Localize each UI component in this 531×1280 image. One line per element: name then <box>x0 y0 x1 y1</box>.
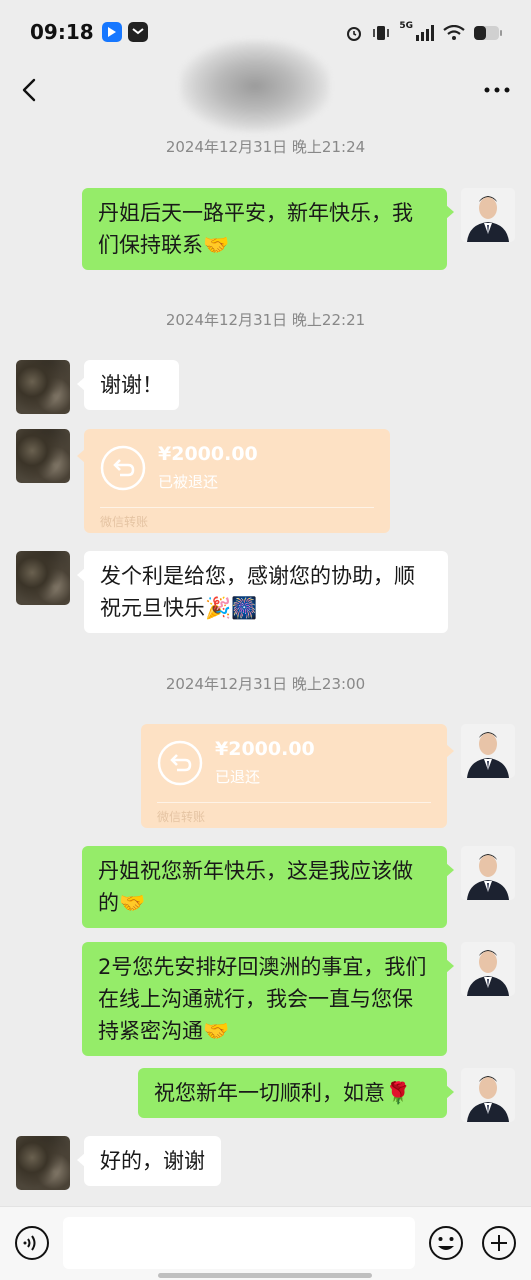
contact-name-redacted <box>180 40 330 132</box>
more-button[interactable] <box>481 74 513 106</box>
contact-avatar[interactable] <box>16 1136 70 1190</box>
contact-avatar[interactable] <box>16 360 70 414</box>
transfer-amount: ¥2000.00 <box>158 443 258 465</box>
home-indicator[interactable] <box>158 1273 372 1278</box>
person-avatar-icon <box>461 1068 515 1122</box>
divider <box>157 802 431 803</box>
timestamp: 2024年12月31日 晚上22:21 <box>165 311 366 329</box>
message-bubble-received[interactable]: 发个利是给您，感谢您的协助，顺祝元旦快乐🎉🎆 <box>77 551 448 633</box>
input-bar <box>0 1206 531 1280</box>
contact-avatar[interactable] <box>16 551 70 605</box>
vibrate-icon <box>373 26 390 40</box>
self-avatar[interactable] <box>461 1068 515 1122</box>
plus-icon <box>482 1226 516 1260</box>
person-avatar-icon <box>461 942 515 996</box>
self-avatar[interactable] <box>461 846 515 900</box>
self-avatar[interactable] <box>461 942 515 996</box>
plus-button[interactable] <box>481 1225 517 1261</box>
transfer-status: 已退还 <box>215 768 261 786</box>
wifi-icon <box>443 25 465 40</box>
transfer-card-sent[interactable]: ¥2000.00 已退还 微信转账 <box>141 724 454 828</box>
message-notification-icon <box>128 22 148 42</box>
emoji-icon <box>429 1226 463 1260</box>
message-bubble-received[interactable]: 谢谢！ <box>77 360 179 410</box>
voice-button[interactable] <box>14 1225 50 1261</box>
transfer-status: 已被退还 <box>158 473 219 491</box>
message-bubble-received[interactable]: 好的，谢谢 <box>77 1136 221 1186</box>
transfer-card-received[interactable]: ¥2000.00 已被退还 微信转账 <box>77 429 390 533</box>
more-dots-icon <box>484 87 510 93</box>
transfer-brand: 微信转账 <box>157 810 206 824</box>
return-arrow-icon <box>100 445 146 491</box>
back-button[interactable] <box>14 74 46 106</box>
app-notification-icon <box>102 22 122 42</box>
contact-avatar[interactable] <box>16 429 70 483</box>
signal-icon <box>416 25 434 41</box>
timestamp: 2024年12月31日 晚上21:24 <box>165 138 366 156</box>
alarm-icon <box>347 27 362 41</box>
emoji-button[interactable] <box>428 1225 464 1261</box>
battery-icon <box>474 26 502 40</box>
network-type: 5G <box>399 21 413 31</box>
person-avatar-icon <box>461 724 515 778</box>
person-avatar-icon <box>461 188 515 242</box>
message-input[interactable] <box>63 1217 415 1269</box>
chat-header <box>0 40 531 132</box>
status-time: 09:18 <box>30 20 94 44</box>
transfer-amount: ¥2000.00 <box>215 738 315 760</box>
transfer-brand: 微信转账 <box>100 515 149 529</box>
divider <box>100 507 374 508</box>
status-icons: 5G <box>345 21 503 44</box>
voice-icon <box>15 1226 49 1260</box>
message-bubble-sent[interactable]: 祝您新年一切顺利，如意🌹 <box>138 1068 454 1118</box>
timestamp: 2024年12月31日 晚上23:00 <box>165 675 366 693</box>
message-bubble-sent[interactable]: 丹姐祝您新年快乐，这是我应该做的🤝 <box>82 846 454 928</box>
self-avatar[interactable] <box>461 188 515 242</box>
message-bubble-sent[interactable]: 丹姐后天一路平安，新年快乐，我们保持联系🤝 <box>82 188 454 270</box>
return-arrow-icon <box>157 740 203 786</box>
person-avatar-icon <box>461 846 515 900</box>
self-avatar[interactable] <box>461 724 515 778</box>
chevron-left-icon <box>22 78 36 102</box>
message-bubble-sent[interactable]: 2号您先安排好回澳洲的事宜，我们在线上沟通就行，我会一直与您保持紧密沟通🤝 <box>82 942 454 1056</box>
